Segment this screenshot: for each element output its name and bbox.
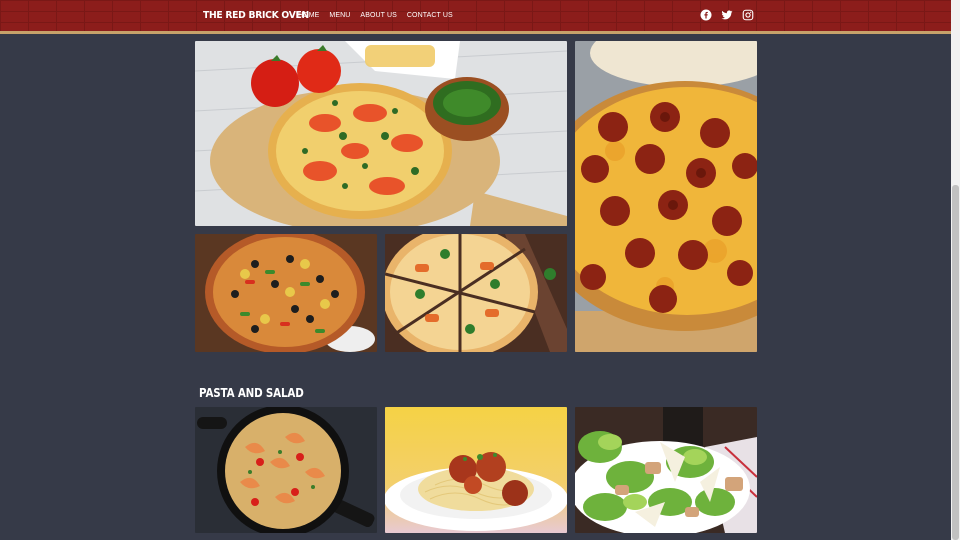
brand-logo[interactable]: THE RED BRICK OVEN	[203, 10, 309, 21]
caesar-salad-photo[interactable]	[575, 407, 757, 533]
shrimp-pasta-photo[interactable]	[195, 407, 377, 533]
nav-contact-link[interactable]: CONTACT US	[407, 12, 453, 19]
pepperoni-pizza-photo[interactable]	[575, 41, 757, 352]
vertical-scrollbar[interactable]	[951, 0, 960, 540]
spaghetti-meatballs-photo[interactable]	[385, 407, 567, 533]
main-nav: HOME MENU ABOUT US CONTACT US	[298, 12, 453, 19]
veggie-pizza-photo[interactable]	[195, 234, 377, 352]
nav-about-link[interactable]: ABOUT US	[360, 12, 396, 19]
margherita-pizza-photo[interactable]	[195, 41, 567, 226]
facebook-icon[interactable]	[700, 9, 712, 21]
section-title-pasta-salad: PASTA AND SALAD	[199, 386, 304, 400]
twitter-icon[interactable]	[721, 9, 733, 21]
instagram-icon[interactable]	[742, 9, 754, 21]
social-links	[700, 9, 754, 21]
nav-menu-link[interactable]: MENU	[329, 12, 350, 19]
site-header: THE RED BRICK OVEN HOME MENU ABOUT US CO…	[0, 0, 951, 34]
scrollbar-thumb[interactable]	[952, 185, 959, 540]
chicken-pizza-photo[interactable]	[385, 234, 567, 352]
nav-home-link[interactable]: HOME	[298, 12, 319, 19]
